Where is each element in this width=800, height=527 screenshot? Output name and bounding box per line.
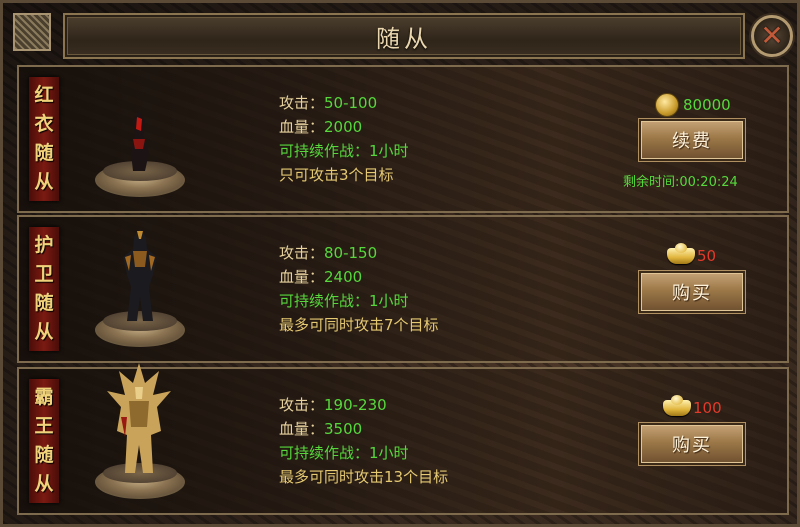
- banner-char: 衣: [34, 113, 54, 135]
- price-value: 100: [693, 399, 722, 417]
- banner-char: 红: [34, 84, 54, 106]
- attack-value: 50-100: [324, 94, 378, 112]
- follower-panel: 随从 ✕ 红 衣 随 从 攻击：50-100 血量：2000 可持续作战：1小时…: [0, 0, 800, 527]
- attack-label: 攻击：: [279, 244, 325, 262]
- attack-label: 攻击：: [279, 94, 325, 112]
- hp-label: 血量：: [279, 420, 325, 438]
- price-display: 50: [667, 243, 717, 265]
- corner-ornament: [13, 13, 51, 51]
- hp-label: 血量：: [279, 268, 325, 286]
- remaining-time: 剩余时间:00:20:24: [623, 175, 738, 190]
- title-bar: 随从: [63, 13, 745, 59]
- buy-button[interactable]: 购买: [639, 271, 745, 313]
- banner-char: 随: [34, 444, 54, 466]
- targets-text: 最多可同时攻击13个目标: [279, 468, 449, 486]
- hp-value: 3500: [324, 420, 363, 438]
- banner-char: 霸: [34, 386, 54, 408]
- follower-name-banner: 红 衣 随 从: [29, 77, 59, 201]
- hp-value: 2000: [324, 118, 363, 136]
- banner-char: 卫: [34, 263, 54, 285]
- targets-text: 最多可同时攻击7个目标: [279, 316, 439, 334]
- follower-row-hongyi: 红 衣 随 从 攻击：50-100 血量：2000 可持续作战：1小时 只可攻击…: [17, 65, 789, 213]
- banner-char: 从: [34, 321, 54, 343]
- follower-stats: 攻击：190-230 血量：3500 可持续作战：1小时 最多可同时攻击13个目…: [279, 393, 448, 489]
- banner-char: 从: [34, 171, 54, 193]
- guard-follower-figure-icon: [123, 229, 157, 321]
- gold-ingot-icon: [667, 243, 695, 264]
- targets-text: 只可攻击3个目标: [279, 166, 394, 184]
- buy-button[interactable]: 购买: [639, 423, 745, 465]
- price-display: 100: [663, 395, 722, 417]
- follower-row-huwei: 护 卫 随 从 攻击：80-150 血量：2400 可持续作战：1小时 最多可同…: [17, 215, 789, 363]
- follower-name-banner: 霸 王 随 从: [29, 379, 59, 503]
- price-value: 80000: [683, 96, 731, 114]
- coin-icon: [655, 93, 679, 117]
- close-button[interactable]: ✕: [751, 15, 793, 57]
- follower-stats: 攻击：50-100 血量：2000 可持续作战：1小时 只可攻击3个目标: [279, 91, 409, 187]
- duration-text: 可持续作战：1小时: [279, 444, 409, 462]
- overlord-follower-figure-icon: [107, 363, 171, 473]
- banner-char: 护: [34, 234, 54, 256]
- close-icon: ✕: [760, 19, 784, 52]
- banner-char: 随: [34, 292, 54, 314]
- gold-ingot-icon: [663, 395, 691, 416]
- attack-value: 80-150: [324, 244, 378, 262]
- hp-value: 2400: [324, 268, 363, 286]
- red-follower-figure-icon: [131, 111, 149, 171]
- price-display: 80000: [655, 93, 731, 117]
- renew-button[interactable]: 续费: [639, 119, 745, 161]
- follower-row-bawang: 霸 王 随 从 攻击：190-230 血量：3500 可持续作战：1小时 最多可…: [17, 363, 789, 515]
- price-value: 50: [697, 247, 717, 265]
- banner-char: 王: [34, 415, 54, 437]
- follower-name-banner: 护 卫 随 从: [29, 227, 59, 351]
- page-title: 随从: [376, 24, 432, 53]
- hp-label: 血量：: [279, 118, 325, 136]
- attack-value: 190-230: [324, 396, 387, 414]
- banner-char: 随: [34, 142, 54, 164]
- duration-text: 可持续作战：1小时: [279, 142, 409, 160]
- banner-char: 从: [34, 473, 54, 495]
- follower-stats: 攻击：80-150 血量：2400 可持续作战：1小时 最多可同时攻击7个目标: [279, 241, 439, 337]
- attack-label: 攻击：: [279, 396, 325, 414]
- duration-text: 可持续作战：1小时: [279, 292, 409, 310]
